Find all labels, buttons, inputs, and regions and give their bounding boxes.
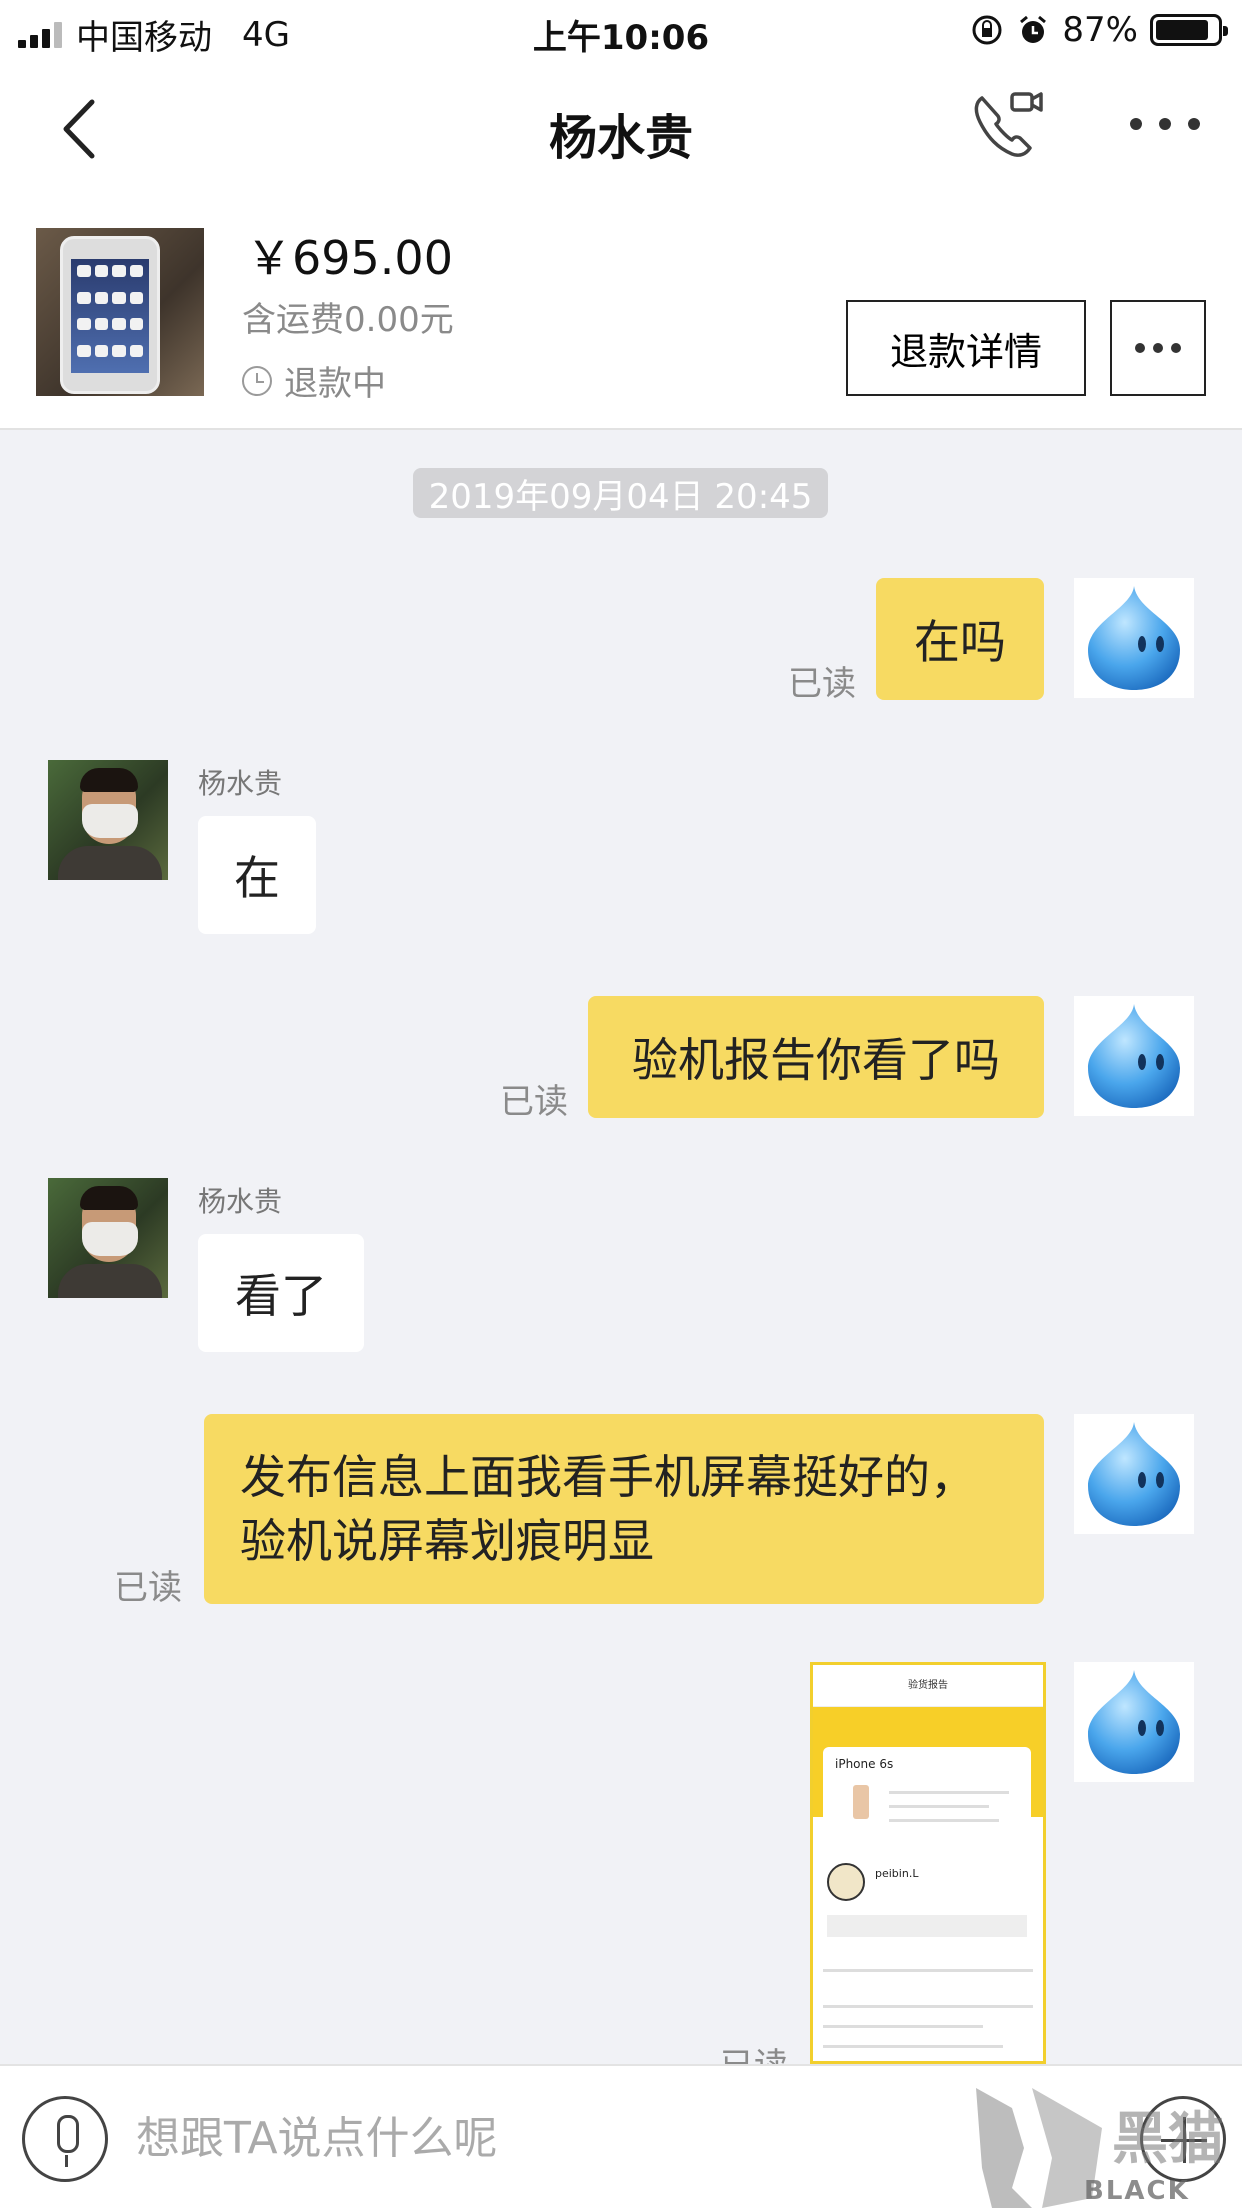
- message-bubble-me[interactable]: 发布信息上面我看手机屏幕挺好的， 验机说屏幕划痕明显: [204, 1414, 1044, 1604]
- report-model: iPhone 6s: [835, 1757, 894, 1771]
- refund-details-button[interactable]: 退款详情: [846, 300, 1086, 396]
- inspection-report-image[interactable]: 验货报告 iPhone 6s peibin.L: [810, 1662, 1046, 2064]
- contact-avatar[interactable]: [48, 760, 168, 880]
- message-bubble-other[interactable]: 看了: [198, 1234, 364, 1352]
- message-text-line: 发布信息上面我看手机屏幕挺好的，: [240, 1450, 976, 1504]
- watermark-text: BLACK CAT: [1084, 2176, 1190, 2208]
- status-bar: 中国移动 4G 上午10:06 87%: [0, 0, 1242, 64]
- product-more-button[interactable]: [1110, 300, 1206, 396]
- clock-icon: [242, 365, 272, 396]
- message-bubble-other[interactable]: 在: [198, 816, 316, 934]
- status-right: 87%: [970, 10, 1228, 50]
- product-thumbnail[interactable]: [36, 228, 204, 396]
- inspector-avatar-icon: [827, 1863, 865, 1901]
- report-header: 验货报告: [813, 1665, 1043, 1707]
- svg-text:黑猫: 黑猫: [1112, 2107, 1224, 2172]
- droplet-avatar-icon: [1088, 1422, 1180, 1526]
- chat-title: 杨水贵: [548, 110, 693, 166]
- battery-percent: 87%: [1062, 10, 1138, 50]
- alarm-icon: [1020, 15, 1047, 43]
- sender-name: 杨水贵: [198, 1185, 283, 1218]
- rotation-lock-icon: [972, 15, 1002, 45]
- sender-name: 杨水贵: [198, 767, 283, 800]
- phone-video-icon[interactable]: [970, 90, 1044, 160]
- battery-icon: [1150, 14, 1228, 46]
- read-receipt: 已读: [500, 1082, 568, 1122]
- read-receipt: 已读: [114, 1568, 182, 1608]
- product-price: ￥695.00: [246, 231, 453, 285]
- shipping-fee: 含运费0.00元: [242, 300, 454, 340]
- droplet-avatar-icon: [1088, 1670, 1180, 1774]
- chat-timestamp: 2019年09月04日 20:45: [413, 468, 828, 518]
- message-text-line: 验机说屏幕划痕明显: [240, 1514, 654, 1568]
- mic-icon[interactable]: [22, 2096, 108, 2182]
- more-dots-icon[interactable]: [1130, 112, 1200, 136]
- phone-thumbnail-icon: [853, 1785, 869, 1819]
- report-device-card: iPhone 6s: [823, 1747, 1031, 1843]
- my-avatar[interactable]: [1074, 1662, 1194, 1782]
- refund-status: 退款中: [242, 356, 386, 405]
- message-bubble-me[interactable]: 验机报告你看了吗: [588, 996, 1044, 1118]
- product-card[interactable]: ￥695.00 含运费0.00元 退款中 退款详情: [0, 192, 1242, 430]
- droplet-avatar-icon: [1088, 586, 1180, 690]
- refund-status-label: 退款中: [284, 364, 386, 404]
- contact-avatar[interactable]: [48, 1178, 168, 1298]
- my-avatar[interactable]: [1074, 996, 1194, 1116]
- read-receipt: 已读: [788, 664, 856, 704]
- nav-bar: 杨水贵: [0, 64, 1242, 192]
- inspector-name: peibin.L: [875, 1867, 919, 1880]
- my-avatar[interactable]: [1074, 578, 1194, 698]
- droplet-avatar-icon: [1088, 1004, 1180, 1108]
- message-bubble-me[interactable]: 在吗: [876, 578, 1044, 700]
- my-avatar[interactable]: [1074, 1414, 1194, 1534]
- message-input[interactable]: [136, 2106, 896, 2170]
- report-banner: iPhone 6s: [813, 1707, 1043, 1843]
